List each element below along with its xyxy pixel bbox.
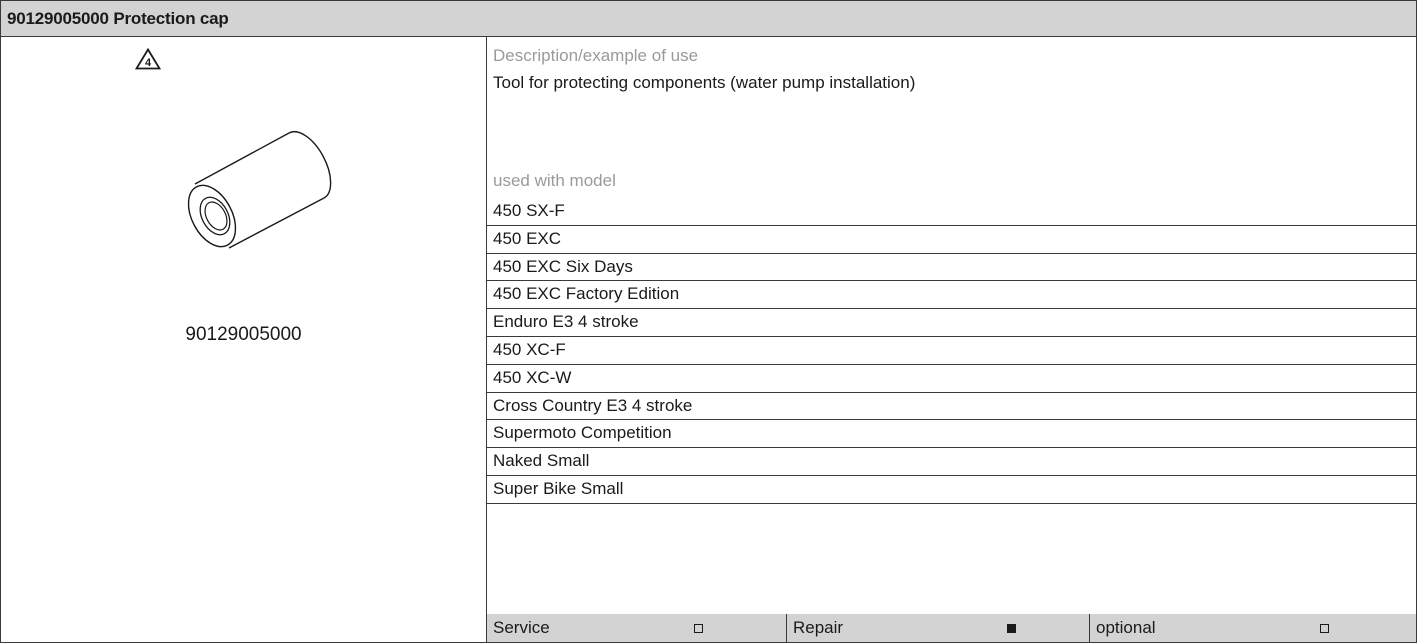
optional-checkbox	[1320, 624, 1329, 633]
repair-checkbox	[1007, 624, 1016, 633]
model-row: Supermoto Competition	[487, 420, 1416, 449]
tool-image-panel: 4 90129005000	[1, 37, 487, 642]
details-panel: Description/example of use Tool for prot…	[487, 37, 1416, 642]
model-name: Supermoto Competition	[493, 423, 672, 443]
model-row: 450 EXC Six Days	[487, 254, 1416, 282]
model-row: Super Bike Small	[487, 476, 1416, 504]
usage-repair-label: Repair	[793, 618, 844, 637]
model-row: 450 XC-W	[487, 365, 1416, 393]
model-name: 450 EXC Six Days	[493, 256, 633, 276]
model-row: Cross Country E3 4 stroke	[487, 393, 1416, 421]
warning-number: 4	[145, 57, 152, 69]
model-name: Super Bike Small	[493, 479, 624, 498]
model-row: Naked Small	[487, 448, 1416, 476]
model-name: Enduro E3 4 stroke	[493, 312, 639, 332]
model-row: 450 EXC	[487, 226, 1416, 254]
model-name: Cross Country E3 4 stroke	[493, 395, 693, 415]
description-text: Tool for protecting components (water pu…	[493, 73, 916, 92]
model-row: 450 SX-F	[487, 198, 1416, 226]
model-name: 450 EXC	[493, 228, 562, 248]
part-number-caption: 90129005000	[185, 324, 302, 345]
model-name: Naked Small	[493, 451, 590, 471]
tool-card: 90129005000 Protection cap 4 90129005000…	[0, 0, 1417, 643]
usage-optional-label: optional	[1096, 618, 1156, 637]
model-name: 450 SX-F	[493, 201, 565, 220]
warning-triangle-icon: 4	[135, 48, 161, 70]
usage-service: Service	[487, 614, 786, 642]
model-row: 450 EXC Factory Edition	[487, 281, 1416, 310]
usage-bar: Service Repair optional	[487, 614, 1416, 642]
model-row: 450 XC-F	[487, 337, 1416, 365]
card-title: 90129005000 Protection cap	[7, 9, 229, 28]
usage-service-label: Service	[493, 618, 550, 637]
usage-repair: Repair	[787, 614, 1089, 642]
service-checkbox	[694, 624, 703, 633]
description-label: Description/example of use	[493, 46, 699, 65]
model-name: 450 XC-W	[493, 367, 572, 387]
model-name: 450 EXC Factory Edition	[493, 284, 680, 304]
protection-cap-illustration	[187, 131, 332, 249]
usage-optional: optional	[1090, 614, 1416, 642]
model-name: 450 XC-F	[493, 340, 566, 359]
model-row: Enduro E3 4 stroke	[487, 309, 1416, 337]
models-label: used with model	[493, 171, 616, 190]
card-header: 90129005000 Protection cap	[1, 1, 1416, 37]
